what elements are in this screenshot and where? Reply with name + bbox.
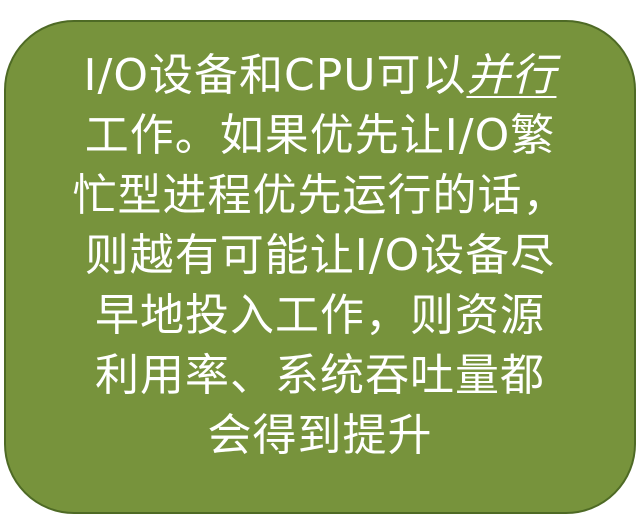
rounded-text-callout: I/O设备和CPU可以并行 工作。如果优先让I/O繁 忙型进程优先运行的话， 则… <box>4 20 636 514</box>
text-line-5: 早地投入工作，则资源 <box>95 290 545 341</box>
text-line-6: 利用率、系统吞吐量都 <box>95 350 545 401</box>
text-line-1-prefix: I/O设备和CPU可以 <box>83 50 467 101</box>
text-line-1: I/O设备和CPU可以并行 <box>40 46 600 106</box>
slide-canvas: I/O设备和CPU可以并行 工作。如果优先让I/O繁 忙型进程优先运行的话， 则… <box>0 0 644 520</box>
text-line-7: 会得到提升 <box>207 410 433 461</box>
text-line-3: 忙型进程优先运行的话， <box>72 170 568 221</box>
callout-text: I/O设备和CPU可以并行 工作。如果优先让I/O繁 忙型进程优先运行的话， 则… <box>40 46 600 466</box>
text-line-4: 则越有可能让I/O设备尽 <box>84 230 556 281</box>
emphasized-word: 并行 <box>466 50 557 101</box>
text-line-2: 工作。如果优先让I/O繁 <box>84 110 556 161</box>
